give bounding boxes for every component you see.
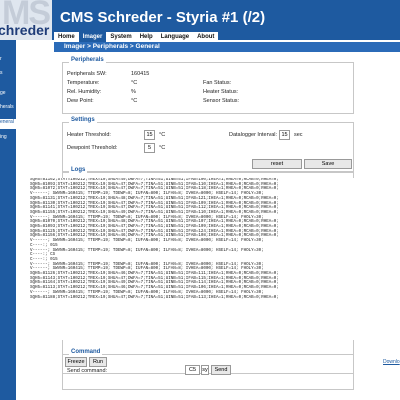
temperature-label: Temperature: bbox=[67, 80, 100, 86]
logger-interval-input[interactable]: 15 bbox=[279, 130, 290, 140]
download-link[interactable]: Downlo bbox=[383, 359, 400, 365]
dewpoint-value: °C bbox=[131, 98, 138, 104]
sidebar-item-logging[interactable]: ing bbox=[0, 134, 16, 140]
settings-title: Settings bbox=[69, 117, 97, 123]
peripherals-sw-value: 160415 bbox=[131, 71, 150, 77]
sidebar-item-1[interactable]: r bbox=[0, 56, 16, 62]
nav-home[interactable]: Home bbox=[54, 32, 79, 42]
sidebar-item-label: eneral bbox=[0, 119, 14, 125]
sidebar-item-2[interactable]: s bbox=[0, 70, 16, 76]
heater-threshold-label: Heater Threshold: bbox=[67, 132, 111, 138]
sidebar-item-label: herals bbox=[0, 104, 14, 110]
dewpoint-threshold-label: Dewpoint Threshold: bbox=[67, 145, 118, 151]
save-button[interactable]: Save bbox=[304, 159, 352, 169]
logger-interval-unit: sec bbox=[294, 132, 303, 138]
send-command-label: Send command: bbox=[67, 368, 108, 374]
humidity-label: Rel. Humidity: bbox=[67, 89, 102, 95]
humidity-value: % bbox=[131, 89, 136, 95]
sidebar-item-label: s bbox=[0, 70, 3, 76]
logo-text: chreder bbox=[0, 22, 50, 38]
nav-imager[interactable]: Imager bbox=[78, 32, 107, 42]
logs-title: Logs bbox=[69, 167, 88, 173]
sidebar-item-label: ge bbox=[0, 90, 6, 96]
breadcrumb: Imager > Peripherals > General bbox=[64, 43, 160, 50]
peripherals-sw-label: Peripherals SW: bbox=[67, 71, 107, 77]
sidebar: r s ge herals eneral ing bbox=[0, 40, 16, 400]
reset-button[interactable]: reset bbox=[252, 159, 302, 169]
temperature-value: °C bbox=[131, 80, 138, 86]
dewpoint-label: Dew Point: bbox=[67, 98, 94, 104]
nav-system[interactable]: System bbox=[106, 32, 136, 42]
nav-about[interactable]: About bbox=[193, 32, 219, 42]
fan-status-label: Fan Status: bbox=[203, 80, 232, 86]
sidebar-item-general[interactable]: eneral bbox=[0, 119, 16, 129]
peripherals-panel: Peripherals Peripherals SW: 160415 Tempe… bbox=[62, 57, 354, 114]
logger-interval-label: Datalogger Interval: bbox=[229, 132, 277, 138]
dewpoint-threshold-input[interactable]: 5 bbox=[144, 143, 155, 153]
sidebar-item-3[interactable]: ge bbox=[0, 90, 16, 96]
peripherals-title: Peripherals bbox=[69, 57, 106, 63]
nav-language[interactable]: Language bbox=[156, 32, 194, 42]
command-input-2[interactable]: sy bbox=[201, 365, 209, 375]
log-line: SQH5=81188;STAT=100212;TREX=19;SHUA=47;D… bbox=[30, 295, 279, 300]
nav-help[interactable]: Help bbox=[135, 32, 157, 42]
sensor-status-label: Sensor Status: bbox=[203, 98, 240, 104]
command-title: Command bbox=[69, 349, 103, 355]
sidebar-item-label: r bbox=[0, 56, 2, 62]
dewpoint-threshold-unit: °C bbox=[159, 145, 166, 151]
command-input-1[interactable]: C5 bbox=[185, 365, 200, 375]
heater-threshold-unit: °C bbox=[159, 132, 166, 138]
command-panel: Command Send command: C5 sy Send bbox=[62, 349, 354, 390]
heater-status-label: Heater Status: bbox=[203, 89, 239, 95]
app-title: CMS Schreder - Styria #1 (/2) bbox=[60, 9, 266, 26]
settings-panel: Settings Heater Threshold: 15 °C Dewpoin… bbox=[62, 117, 354, 172]
heater-threshold-input[interactable]: 15 bbox=[144, 130, 155, 140]
breadcrumb-bar: Imager > Peripherals > General bbox=[54, 42, 400, 52]
send-button[interactable]: Send bbox=[211, 365, 231, 375]
sidebar-item-label: ing bbox=[0, 134, 7, 140]
sidebar-item-peripherals[interactable]: herals bbox=[0, 104, 16, 110]
logo: MS chreder bbox=[0, 0, 52, 40]
log-output: SQH5=81162;STAT=100212;TREX=10;SHUA=49;D… bbox=[30, 178, 400, 340]
main-nav: Home Imager System Help Language About bbox=[54, 32, 219, 42]
